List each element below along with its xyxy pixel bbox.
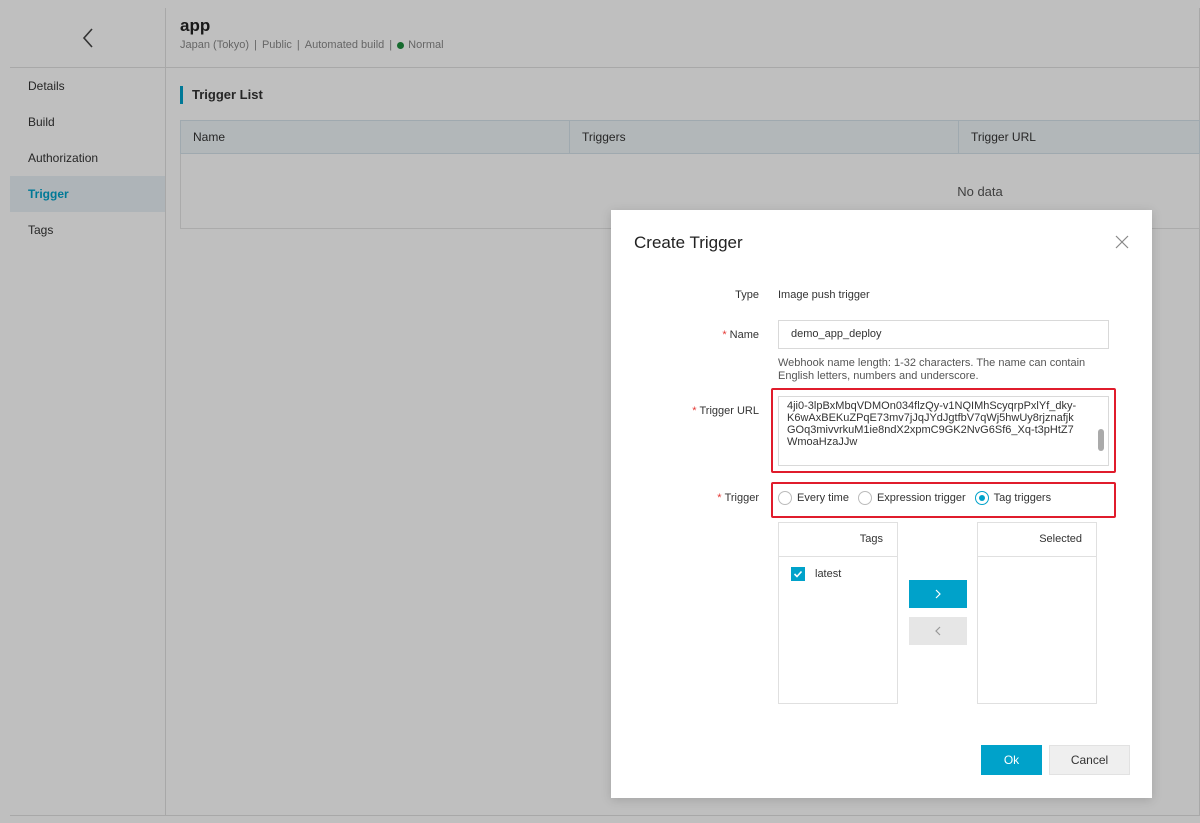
chevron-right-icon <box>935 589 941 599</box>
ok-button[interactable]: Ok <box>981 745 1042 775</box>
dialog-title: Create Trigger <box>634 233 743 252</box>
highlight-frame-url <box>771 388 1116 473</box>
trigger-url-label-text: Trigger URL <box>699 405 760 417</box>
transfer-move-right-button[interactable] <box>909 580 967 608</box>
cancel-button[interactable]: Cancel <box>1049 745 1130 775</box>
required-asterisk: * <box>722 329 727 341</box>
trigger-label-text: Trigger <box>724 492 759 504</box>
transfer-source-panel: Tags latest <box>778 522 898 704</box>
transfer-move-left-button[interactable] <box>909 617 967 645</box>
transfer-item-latest[interactable]: latest <box>779 557 897 581</box>
trigger-url-label: * Trigger URL <box>624 405 759 417</box>
name-label: * Name <box>624 329 759 341</box>
type-label: Type <box>735 289 759 301</box>
required-asterisk: * <box>692 405 697 417</box>
checkbox-checked-icon[interactable] <box>791 567 805 581</box>
required-asterisk: * <box>717 492 722 504</box>
name-label-text: Name <box>729 329 759 341</box>
highlight-frame-trigger <box>771 482 1116 518</box>
create-trigger-dialog: Create Trigger Type Image push trigger *… <box>611 210 1152 798</box>
name-input[interactable]: demo_app_deploy <box>778 320 1109 349</box>
transfer-target-title: Selected <box>978 523 1096 557</box>
check-icon <box>793 570 803 578</box>
transfer-target-panel: Selected <box>977 522 1097 704</box>
transfer-item-label: latest <box>815 568 842 580</box>
transfer-source-title: Tags <box>779 523 897 557</box>
close-icon[interactable] <box>1114 234 1130 250</box>
name-help-text: Webhook name length: 1-32 characters. Th… <box>778 357 1086 382</box>
type-value: Image push trigger <box>778 289 870 301</box>
chevron-left-icon <box>935 626 941 636</box>
trigger-label: * Trigger <box>624 492 759 504</box>
